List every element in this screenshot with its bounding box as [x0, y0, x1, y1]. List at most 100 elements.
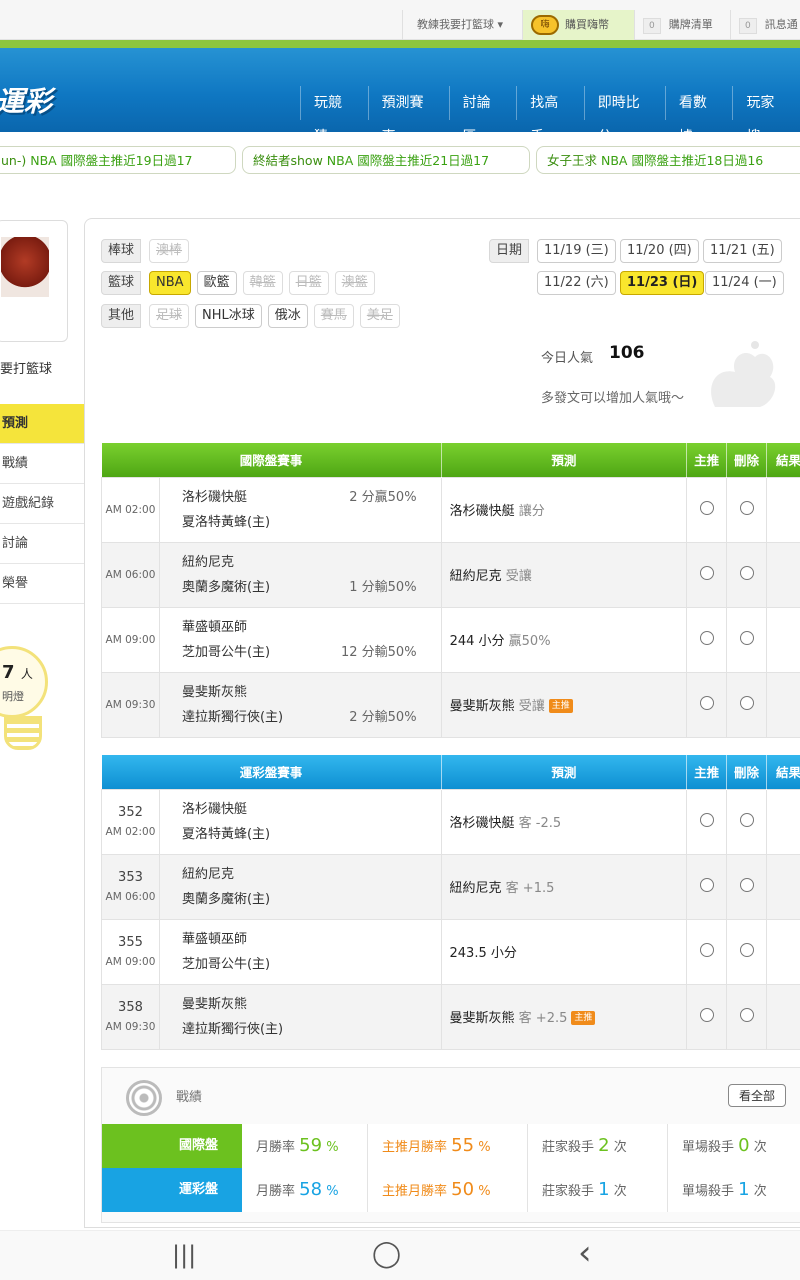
- main-pick-radio[interactable]: [699, 942, 714, 957]
- sidebar-item-honor[interactable]: 榮譽: [0, 564, 84, 604]
- coach-menu[interactable]: 教練我要打籃球 ▾: [402, 10, 522, 40]
- main-pick-cell: [686, 853, 728, 920]
- main-pick-radio[interactable]: [699, 812, 714, 827]
- sidebar-item-record[interactable]: 戰績: [0, 444, 84, 484]
- main-pick-win-rate: 主推月勝率 55 %: [368, 1124, 528, 1168]
- stat-unit: 次: [753, 1184, 767, 1199]
- prediction-pick: 紐約尼克: [449, 881, 502, 896]
- sidebar-item-discussion[interactable]: 討論: [0, 524, 84, 564]
- delete-radio[interactable]: [739, 812, 754, 827]
- delete-radio[interactable]: [739, 500, 754, 515]
- prediction-note: 受讓: [505, 569, 532, 584]
- stat-unit: %: [326, 1140, 339, 1155]
- nav-player-search[interactable]: 玩家搜: [732, 86, 800, 145]
- main-pick-radio[interactable]: [699, 1007, 714, 1022]
- monthly-win-rate: 月勝率 59 %: [242, 1124, 368, 1168]
- prediction-cell: 曼斐斯灰熊 受讓 主推: [440, 671, 688, 738]
- team-home: 奧蘭多魔術(主): [181, 891, 271, 907]
- match-time: AM 09:00: [105, 956, 156, 968]
- stat-label: 主推月勝率: [382, 1184, 448, 1199]
- chip-japan-basketball[interactable]: 日籃: [288, 271, 329, 295]
- sidebar-item-predict[interactable]: 預測: [0, 404, 90, 444]
- nav-data[interactable]: 看數據: [664, 86, 733, 145]
- stat-unit: %: [478, 1140, 491, 1155]
- stat-label: 單場殺手: [682, 1140, 735, 1155]
- stat-unit: %: [326, 1184, 339, 1199]
- prediction-cell: 曼斐斯灰熊 客 +2.5 主推: [440, 983, 688, 1050]
- main-pick-radio[interactable]: [699, 630, 714, 645]
- chip-korea-basketball[interactable]: 韓籃: [242, 271, 283, 295]
- chip-american-football[interactable]: 美足: [359, 304, 400, 328]
- recent-apps-icon[interactable]: |||: [172, 1241, 196, 1269]
- purchase-list-button[interactable]: 0 購牌清單: [634, 10, 730, 40]
- date-chip[interactable]: 11/19 (三): [537, 239, 616, 263]
- chip-nhl[interactable]: NHL冰球: [195, 304, 262, 328]
- delete-cell: [726, 476, 768, 543]
- delete-radio[interactable]: [739, 1007, 754, 1022]
- ticker-item[interactable]: un-) NBA 國際盤主推近19日過17: [0, 146, 236, 174]
- prediction-cell: 244 小分 贏50%: [440, 606, 688, 673]
- coach-label: 教練我要打籃球: [417, 18, 494, 31]
- chip-euro-basketball[interactable]: 歐籃: [196, 271, 237, 295]
- light-count: 7 人: [2, 662, 33, 683]
- home-icon[interactable]: ◯: [372, 1239, 401, 1269]
- sidebar-item-game-log[interactable]: 遊戲紀錄: [0, 484, 84, 524]
- main-pick-radio[interactable]: [699, 500, 714, 515]
- team-home: 芝加哥公牛(主): [181, 644, 271, 660]
- chip-horse-racing[interactable]: 賽馬: [313, 304, 354, 328]
- stat-unit: %: [478, 1184, 491, 1199]
- main-pick-radio[interactable]: [699, 565, 714, 580]
- match-time-cell: 352 AM 02:00: [101, 788, 160, 855]
- nav-experts[interactable]: 找高手: [516, 86, 584, 145]
- result-cell: [766, 541, 800, 608]
- nav-predict[interactable]: 預測賽事: [367, 86, 449, 145]
- prediction-pick: 243.5 小分: [449, 946, 517, 961]
- main-pick-radio[interactable]: [699, 877, 714, 892]
- site-logo[interactable]: 運彩: [0, 80, 52, 120]
- ticker-item[interactable]: 女子王求 NBA 國際盤主推近18日過16: [536, 146, 800, 174]
- match-time: AM 06:00: [101, 541, 160, 608]
- main-pick-cell: [686, 476, 728, 543]
- delete-radio[interactable]: [739, 942, 754, 957]
- back-icon[interactable]: ‹: [578, 1233, 592, 1273]
- stat-value: 50: [451, 1179, 475, 1200]
- table-row: 358 AM 09:30 曼斐斯灰熊 達拉斯獨行俠(主) 曼斐斯灰熊 客 +2.5 主…: [101, 983, 800, 1050]
- stat-label: 莊家殺手: [542, 1184, 595, 1199]
- chip-soccer[interactable]: 足球: [149, 304, 190, 328]
- delete-radio[interactable]: [739, 695, 754, 710]
- date-chip[interactable]: 11/24 (一): [705, 271, 784, 295]
- avatar[interactable]: [0, 220, 68, 342]
- result-cell: [766, 671, 800, 738]
- team-away: 華盛頓巫師: [181, 619, 247, 635]
- team-home: 奧蘭多魔術(主): [181, 579, 271, 595]
- team-home: 達拉斯獨行俠(主): [181, 1021, 284, 1037]
- delete-radio[interactable]: [739, 565, 754, 580]
- chip-aus-basketball[interactable]: 澳籃: [334, 271, 375, 295]
- record-row-label: 運彩盤: [102, 1168, 242, 1212]
- delete-radio[interactable]: [739, 630, 754, 645]
- main-pick-radio[interactable]: [699, 695, 714, 710]
- nav-forum[interactable]: 討論區: [448, 86, 517, 145]
- date-chip[interactable]: 11/22 (六): [537, 271, 616, 295]
- date-chip[interactable]: 11/21 (五): [703, 239, 782, 263]
- system-nav-bar: ||| ◯ ‹: [0, 1230, 800, 1280]
- view-all-button[interactable]: 看全部: [728, 1084, 787, 1107]
- stat-label: 月勝率: [256, 1140, 296, 1155]
- ticker-item[interactable]: 終結者show NBA 國際盤主推近21日過17: [242, 146, 530, 174]
- ticker-user: 終結者show: [253, 153, 323, 168]
- nav-play[interactable]: 玩競猜: [300, 86, 368, 145]
- nav-live-score[interactable]: 即時比分: [583, 86, 665, 145]
- chip-nba[interactable]: NBA: [149, 271, 191, 295]
- buy-coin-button[interactable]: 嗨購買嗨幣: [522, 10, 634, 40]
- date-chip[interactable]: 11/20 (四): [620, 239, 699, 263]
- delete-radio[interactable]: [739, 877, 754, 892]
- prediction-note: 客 -2.5: [518, 816, 562, 831]
- date-chip-selected[interactable]: 11/23 (日): [620, 271, 705, 295]
- messages-button[interactable]: 0 訊息通: [730, 10, 800, 40]
- chip-aus-baseball[interactable]: 澳棒: [149, 239, 190, 263]
- prediction-pick: 紐約尼克: [449, 569, 502, 584]
- match-time-cell: 353 AM 06:00: [101, 853, 160, 920]
- popularity-note: 多發文可以增加人氣哦～: [541, 391, 685, 406]
- chip-russia-hockey[interactable]: 俄冰: [267, 304, 308, 328]
- stat-unit: 次: [613, 1140, 627, 1155]
